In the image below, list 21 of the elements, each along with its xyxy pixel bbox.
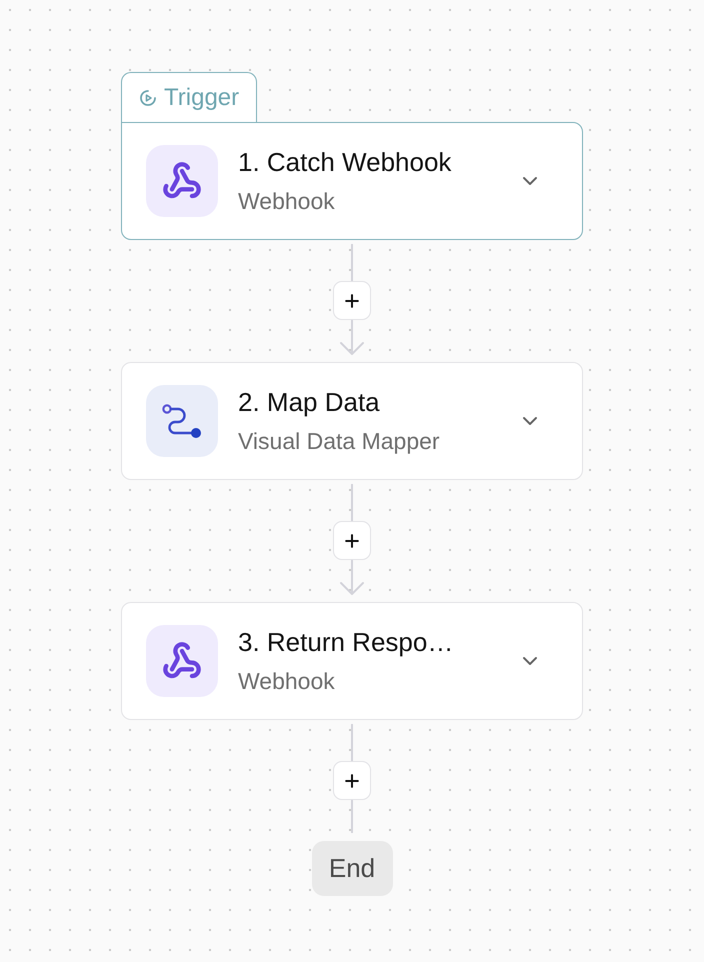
- connector-line: [351, 244, 353, 281]
- add-step-button[interactable]: [333, 521, 371, 560]
- end-node: End: [312, 841, 392, 896]
- step-subtitle: Webhook: [238, 667, 336, 695]
- add-step-button[interactable]: [333, 281, 371, 320]
- connector-line: [351, 724, 353, 761]
- step-subtitle: Visual Data Mapper: [238, 427, 440, 455]
- step-title: 3. Return Respo…: [238, 627, 454, 657]
- connector-line: [351, 484, 353, 521]
- step-card[interactable]: 2. Map Data Visual Data Mapper: [121, 362, 583, 480]
- route-icon: [146, 385, 218, 457]
- step-title: 2. Map Data: [238, 387, 381, 417]
- step-subtitle: Webhook: [238, 187, 336, 215]
- webhook-icon: [146, 145, 218, 217]
- add-step-button[interactable]: [333, 761, 371, 800]
- step-card[interactable]: 1. Catch Webhook Webhook: [121, 122, 583, 240]
- circle-play-icon: [139, 88, 157, 106]
- step-badge-label: Trigger: [164, 82, 240, 112]
- step-title: 1. Catch Webhook: [238, 147, 452, 177]
- step-card[interactable]: 3. Return Respo… Webhook: [121, 602, 583, 720]
- webhook-icon: [146, 625, 218, 697]
